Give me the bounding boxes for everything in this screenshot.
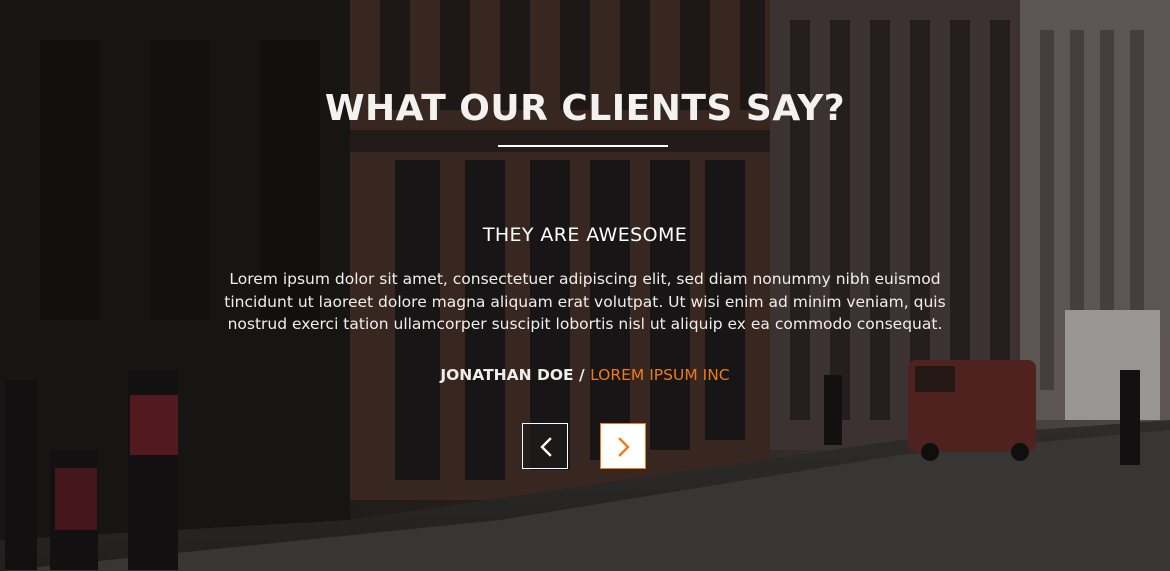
testimonials-section: WHAT OUR CLIENTS SAY? THEY ARE AWESOME L… xyxy=(0,0,1170,571)
chevron-left-icon xyxy=(540,437,552,457)
author-company: LOREM IPSUM INC xyxy=(590,366,730,384)
testimonials-content: WHAT OUR CLIENTS SAY? THEY ARE AWESOME L… xyxy=(0,0,1170,571)
previous-testimonial-button[interactable] xyxy=(522,423,568,469)
next-testimonial-button[interactable] xyxy=(600,423,646,469)
title-underline xyxy=(498,145,668,147)
testimonial-author: JONATHAN DOE / LOREM IPSUM INC xyxy=(0,366,1170,384)
testimonial-heading: THEY ARE AWESOME xyxy=(482,224,688,246)
testimonial-text: Lorem ipsum dolor sit amet, consectetuer… xyxy=(224,270,946,333)
author-separator: / xyxy=(573,366,591,384)
section-title: WHAT OUR CLIENTS SAY? xyxy=(324,88,846,129)
chevron-right-icon xyxy=(618,437,630,457)
author-name: JONATHAN DOE xyxy=(440,366,574,384)
